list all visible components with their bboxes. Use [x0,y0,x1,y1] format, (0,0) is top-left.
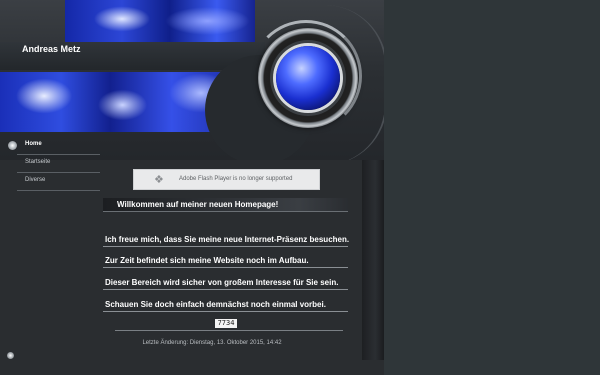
paragraph-divider [103,289,348,290]
content-paragraph: Dieser Bereich wird sicher von großem In… [105,278,339,287]
content-paragraph: Ich freue mich, dass Sie meine neue Inte… [105,235,350,244]
nav-item-startseite[interactable]: Startseite [5,155,100,173]
nav-item-label: Startseite [25,159,51,165]
main-nav: Home Startseite Diverse [5,137,100,191]
paragraph-divider [103,311,348,312]
flash-message: Adobe Flash Player is no longer supporte… [179,176,293,182]
header-blue-graphic-top [65,0,255,42]
site-page: Andreas Metz Home Startseite Diverse ❖ A… [0,0,384,375]
content-paragraph: Schauen Sie doch einfach demnächst noch … [105,300,326,309]
nav-item-label: Diverse [25,177,46,183]
corner-logo-icon [7,352,14,359]
page-background [384,0,600,375]
header-banner: Andreas Metz [0,0,384,160]
paragraph-divider [103,246,348,247]
last-modified-text: Letzte Änderung: Dienstag, 13. Oktober 2… [142,340,282,346]
content-paragraph: Zur Zeit befindet sich meine Website noc… [105,256,309,265]
plugin-icon: ❖ [154,174,164,186]
paragraph-divider [103,267,348,268]
nav-item-diverse[interactable]: Diverse [5,173,100,191]
visitor-counter: 7734 [215,319,237,328]
flash-placeholder[interactable]: ❖ Adobe Flash Player is no longer suppor… [133,169,320,190]
welcome-heading-bar: Willkommen auf meiner neuen Homepage! [103,198,348,212]
nav-divider [17,190,100,191]
footer-divider [115,330,343,331]
nav-item-home[interactable]: Home [5,137,100,155]
welcome-heading: Willkommen auf meiner neuen Homepage! [117,200,279,209]
site-title: Andreas Metz [22,44,81,54]
lens-graphic [250,20,362,132]
nav-bullet-icon [8,141,17,150]
side-decoration-strip [362,160,384,360]
nav-item-label: Home [25,141,42,147]
lens-core [276,46,340,110]
